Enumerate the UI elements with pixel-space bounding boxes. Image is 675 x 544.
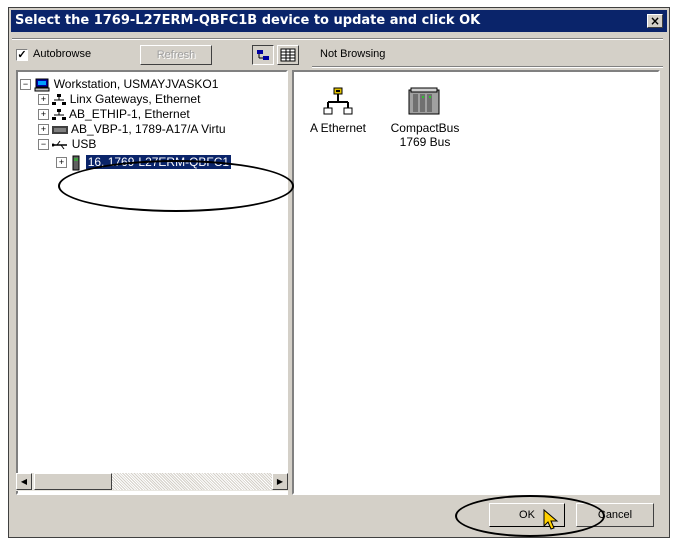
right-item-ethernet[interactable]: A Ethernet (300, 86, 376, 135)
expand-icon[interactable]: + (38, 109, 49, 121)
highlight-ellipse-ok (455, 495, 605, 537)
view-grid-button[interactable] (277, 45, 299, 65)
tree-item-label: AB_VBP-1, 1789-A17/A Virtu (71, 122, 226, 136)
dialog-titlebar: Select the 1769-L27ERM-QBFC1B device to … (11, 10, 667, 32)
tree-item-label: USB (71, 137, 97, 151)
tree-item-linx-gateways[interactable]: + Linx Gateways, Ethernet (38, 91, 200, 107)
tree-item-label: Workstation, USMAYJVASKO1 (53, 77, 219, 91)
tree-view-icon (257, 50, 269, 60)
right-item-compactbus[interactable]: CompactBus 1769 Bus (388, 86, 462, 149)
highlight-ellipse-controller (58, 160, 294, 212)
controller-icon (72, 155, 80, 171)
refresh-button[interactable]: Refresh (140, 45, 212, 65)
status-separator (312, 66, 663, 68)
workstation-icon (34, 78, 50, 92)
autobrowse-checkbox[interactable]: ✓ (16, 49, 28, 61)
tree-horizontal-scrollbar[interactable]: ◀ ▶ (16, 473, 288, 491)
network-icon (52, 108, 67, 120)
usb-icon (51, 140, 68, 150)
close-icon: × (649, 14, 661, 28)
compactbus-icon (408, 87, 440, 115)
tree-item-ab-vbp[interactable]: + AB_VBP-1, 1789-A17/A Virtu (38, 121, 226, 137)
right-item-label: A Ethernet (309, 121, 367, 135)
tree-item-workstation[interactable]: − Workstation, USMAYJVASKO1 (20, 76, 218, 92)
network-icon (323, 87, 353, 115)
tree-item-label: AB_ETHIP-1, Ethernet (69, 107, 190, 121)
view-tree-button[interactable] (252, 45, 274, 65)
tree-item-label: Linx Gateways, Ethernet (69, 92, 201, 106)
grid-view-icon (280, 48, 296, 62)
right-item-label-line1: CompactBus (390, 121, 460, 135)
device-detail-panel[interactable]: A Ethernet CompactBus 1769 Bus (292, 70, 660, 495)
right-item-label-line2: 1769 Bus (399, 135, 451, 149)
scrollbar-thumb[interactable] (34, 473, 112, 490)
browse-status: Not Browsing (320, 48, 386, 60)
autobrowse-label: Autobrowse (33, 48, 92, 60)
expand-icon[interactable]: + (38, 94, 49, 106)
collapse-icon[interactable]: − (20, 79, 31, 91)
expand-icon[interactable]: + (56, 157, 67, 169)
collapse-icon[interactable]: − (38, 139, 49, 151)
close-button[interactable]: × (647, 14, 663, 28)
device-tree[interactable]: − Workstation, USMAYJVASKO1 + Linx Gatew… (16, 70, 288, 495)
scrollbar-track[interactable] (112, 473, 272, 490)
dialog-title: Select the 1769-L27ERM-QBFC1B device to … (15, 13, 481, 28)
scroll-left-icon[interactable]: ◀ (16, 473, 32, 490)
tree-item-usb[interactable]: − USB (38, 136, 96, 152)
mouse-cursor-icon (543, 508, 559, 530)
backplane-icon (52, 125, 69, 134)
tree-item-ab-ethip[interactable]: + AB_ETHIP-1, Ethernet (38, 106, 190, 122)
title-separator (12, 38, 663, 40)
network-icon (52, 93, 67, 105)
expand-icon[interactable]: + (38, 124, 49, 136)
scroll-right-icon[interactable]: ▶ (272, 473, 288, 490)
